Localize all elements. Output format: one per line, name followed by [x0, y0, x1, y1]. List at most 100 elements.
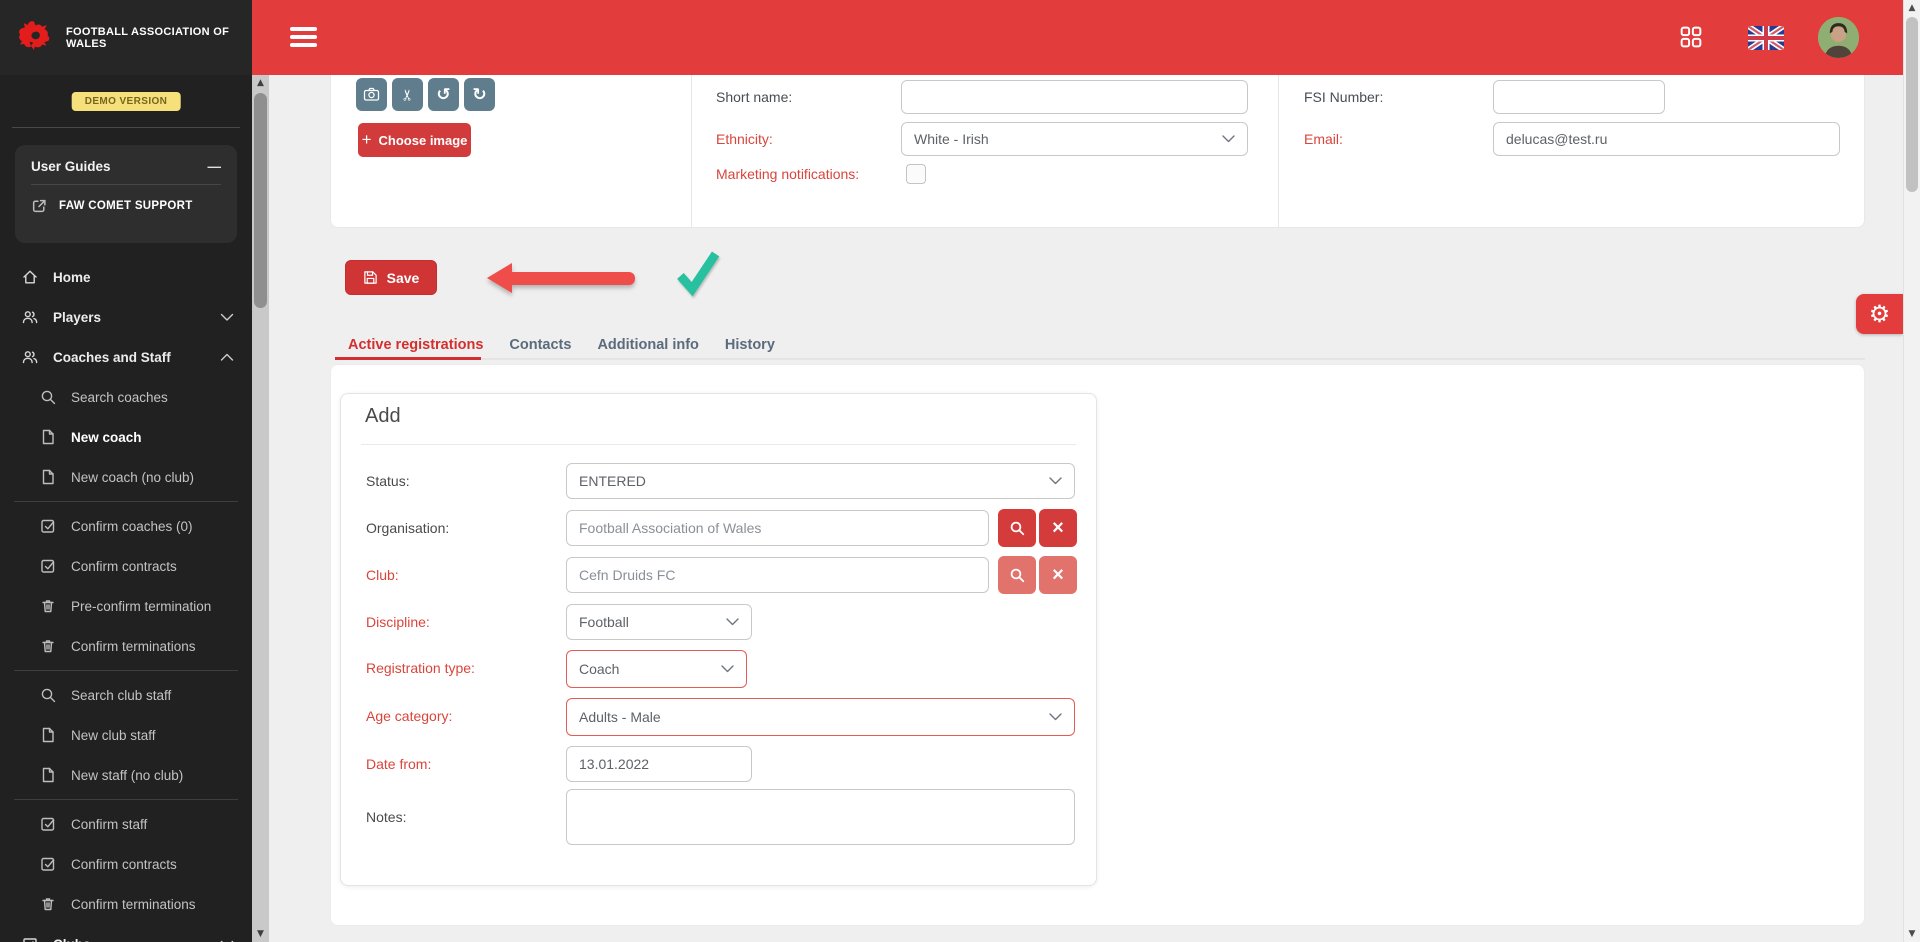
scroll-up-icon[interactable]: ▲ [252, 75, 269, 91]
fsi-number-label: FSI Number: [1304, 80, 1383, 114]
sidebar-item-search-club-staff[interactable]: Search club staff [0, 675, 252, 715]
organisation-search-button[interactable] [998, 509, 1036, 547]
crop-button[interactable]: ✂ [392, 78, 423, 111]
sidebar-item-new-coach-no-club[interactable]: New coach (no club) [0, 457, 252, 497]
age-category-value: Adults - Male [579, 709, 661, 725]
hamburger-menu-icon[interactable] [290, 27, 317, 51]
scroll-down-icon[interactable]: ▼ [252, 926, 269, 942]
chevron-down-icon [726, 618, 739, 626]
scroll-down-icon[interactable]: ▼ [1904, 926, 1920, 942]
collapse-minus-icon[interactable]: — [208, 159, 222, 174]
user-avatar[interactable] [1818, 17, 1859, 58]
menu-label: New coach [71, 430, 142, 445]
short-name-input[interactable] [901, 80, 1248, 114]
sidebar-divider [12, 127, 240, 128]
tab-active-registrations[interactable]: Active registrations [335, 331, 496, 358]
date-from-input[interactable]: 13.01.2022 [566, 746, 752, 782]
tab-bar: Active registrations Contacts Additional… [335, 331, 788, 358]
status-select[interactable]: ENTERED [566, 463, 1075, 499]
sidebar-item-new-coach[interactable]: New coach [0, 417, 252, 457]
menu-label: Home [53, 270, 91, 285]
sidebar-item-confirm-contracts-staff[interactable]: Confirm contracts [0, 844, 252, 884]
user-guides-title: User Guides [31, 159, 111, 174]
sidebar-item-confirm-staff[interactable]: Confirm staff [0, 804, 252, 844]
search-icon [40, 687, 56, 703]
menu-label: New staff (no club) [71, 768, 183, 783]
clubs-icon [22, 936, 38, 942]
menu-divider [14, 670, 238, 671]
club-input[interactable]: Cefn Druids FC [566, 557, 989, 593]
organisation-label: Organisation: [366, 510, 449, 546]
date-from-label: Date from: [366, 746, 431, 782]
sidebar-item-new-club-staff[interactable]: New club staff [0, 715, 252, 755]
external-link-icon [31, 198, 47, 214]
sidebar-item-home[interactable]: Home [0, 257, 252, 297]
menu-divider [14, 501, 238, 502]
rotate-left-button[interactable]: ↺ [428, 78, 459, 111]
rotate-right-button[interactable]: ↻ [464, 78, 495, 111]
file-icon [40, 767, 56, 783]
sidebar-item-confirm-contracts[interactable]: Confirm contracts [0, 546, 252, 586]
camera-button[interactable] [356, 78, 387, 111]
sidebar-item-search-coaches[interactable]: Search coaches [0, 377, 252, 417]
tab-additional-info[interactable]: Additional info [584, 331, 711, 358]
tab-contacts[interactable]: Contacts [496, 331, 584, 358]
chevron-down-icon [1222, 135, 1235, 143]
email-label: Email: [1304, 122, 1343, 156]
menu-label: New coach (no club) [71, 470, 194, 485]
demo-version-badge: DEMO VERSION [72, 92, 181, 111]
club-value: Cefn Druids FC [579, 567, 675, 583]
plus-icon: + [362, 130, 372, 150]
sidebar-item-pre-confirm-termination[interactable]: Pre-confirm termination [0, 586, 252, 626]
page-scrollbar-thumb[interactable] [1906, 17, 1918, 192]
apps-grid-icon[interactable] [1680, 26, 1702, 48]
fsi-number-input[interactable] [1493, 80, 1665, 114]
discipline-select[interactable]: Football [566, 604, 752, 640]
sidebar-item-coaches-and-staff[interactable]: Coaches and Staff [0, 337, 252, 377]
add-card-divider [361, 444, 1076, 445]
sidebar-scrollbar-thumb[interactable] [254, 93, 267, 308]
green-checkmark-annotation [676, 249, 720, 297]
chevron-down-icon [1049, 713, 1062, 721]
status-value: ENTERED [579, 473, 646, 489]
organisation-clear-button[interactable]: × [1039, 509, 1077, 547]
menu-label: Confirm terminations [71, 897, 196, 912]
organisation-input[interactable]: Football Association of Wales [566, 510, 989, 546]
page-scrollbar[interactable]: ▲ ▼ [1903, 0, 1920, 942]
tab-history[interactable]: History [712, 331, 788, 358]
arrow-body [511, 272, 635, 285]
sidebar-item-confirm-terminations-staff[interactable]: Confirm terminations [0, 884, 252, 924]
sidebar-item-confirm-terminations[interactable]: Confirm terminations [0, 626, 252, 666]
registration-type-select[interactable]: Coach [566, 650, 747, 688]
club-clear-button[interactable]: × [1039, 556, 1077, 594]
scroll-up-icon[interactable]: ▲ [1904, 0, 1920, 16]
menu-label: Confirm coaches (0) [71, 519, 193, 534]
arrow-head [487, 263, 512, 293]
chevron-up-icon [220, 353, 234, 362]
coaches-icon [22, 349, 38, 365]
sidebar-scrollbar[interactable]: ▲ ▼ [252, 75, 269, 942]
email-input[interactable] [1493, 122, 1840, 156]
sidebar-item-confirm-coaches[interactable]: Confirm coaches (0) [0, 506, 252, 546]
ethnicity-select[interactable]: White - Irish [901, 122, 1248, 156]
choose-image-button[interactable]: + Choose image [358, 123, 471, 157]
uk-flag-language-icon[interactable] [1748, 26, 1784, 50]
age-category-select[interactable]: Adults - Male [566, 698, 1075, 736]
active-tab-indicator [335, 357, 481, 360]
faw-comet-support-link[interactable]: FAW COMET SUPPORT [15, 185, 237, 227]
sidebar-item-players[interactable]: Players [0, 297, 252, 337]
notes-textarea[interactable] [566, 789, 1075, 845]
close-icon: × [1052, 565, 1064, 585]
marketing-notifications-checkbox[interactable] [906, 164, 926, 184]
save-label: Save [387, 270, 420, 286]
user-guides-panel: User Guides — FAW COMET SUPPORT [15, 145, 237, 243]
settings-gear-button[interactable]: ⚙ [1856, 294, 1903, 334]
sidebar-item-new-staff-no-club[interactable]: New staff (no club) [0, 755, 252, 795]
menu-label: Coaches and Staff [53, 350, 171, 365]
undo-icon: ↺ [436, 85, 450, 105]
menu-label: Pre-confirm termination [71, 599, 211, 614]
menu-label: New club staff [71, 728, 156, 743]
save-button[interactable]: Save [345, 260, 437, 295]
sidebar-item-clubs[interactable]: Clubs [0, 924, 252, 942]
club-search-button[interactable] [998, 556, 1036, 594]
